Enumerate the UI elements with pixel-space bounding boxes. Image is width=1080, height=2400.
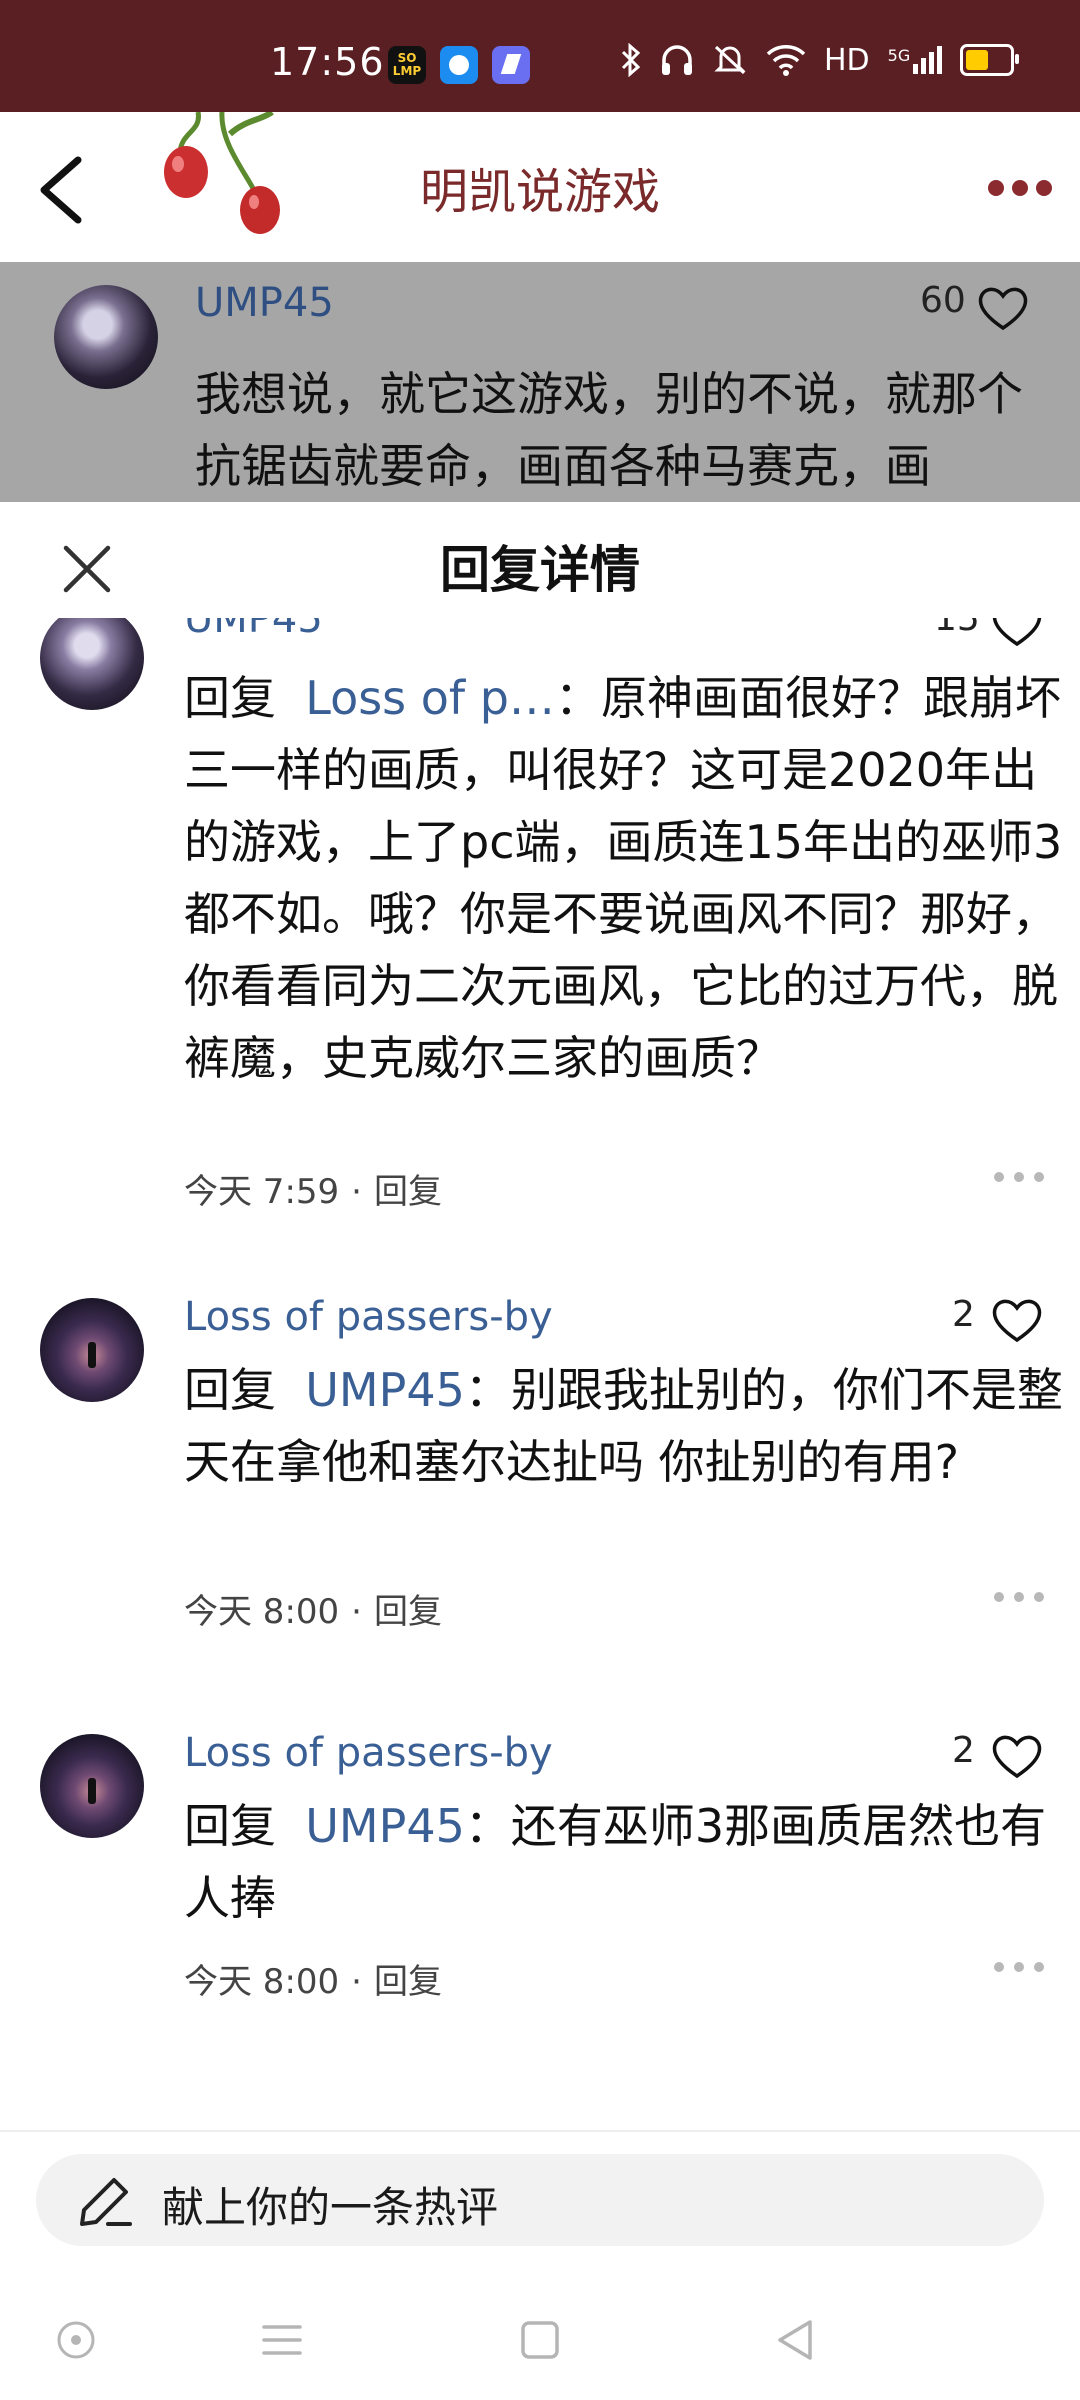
- background-comment-like-count: 60: [920, 280, 966, 321]
- reply-text: 回复 UMP45：别跟我扯别的，你们不是整天在拿他和塞尔达扯吗 你扯别的有用?: [184, 1354, 1064, 1498]
- mention-link[interactable]: UMP45: [305, 1799, 465, 1853]
- separator: ：: [554, 671, 601, 725]
- list-item: UMP45 15 回复 Loss of p…：原神画面很好？跟崩坏三一样的画质，…: [0, 618, 1080, 1212]
- heart-icon[interactable]: [976, 284, 1030, 334]
- mention-link[interactable]: UMP45: [305, 1363, 465, 1417]
- heart-icon[interactable]: [990, 1732, 1044, 1782]
- reply-content: 原神画面很好？跟崩坏三一样的画质，叫很好？这可是2020年出的游戏，上了pc端，…: [184, 671, 1063, 1085]
- sheet-title: 回复详情: [440, 541, 640, 599]
- back-icon[interactable]: [766, 2310, 826, 2370]
- menu-icon[interactable]: [252, 2310, 312, 2370]
- reply-meta: 今天 8:00 · 回复: [184, 1962, 442, 2002]
- signal-icon: 5G: [888, 46, 943, 74]
- reply-meta: 今天 8:00 · 回复: [184, 1592, 442, 1632]
- notification-browser-icon: [440, 46, 478, 84]
- avatar[interactable]: [40, 1298, 144, 1402]
- separator: ：: [464, 1363, 511, 1417]
- battery-icon: [960, 44, 1020, 76]
- reply-list[interactable]: UMP45 15 回复 Loss of p…：原神画面很好？跟崩坏三一样的画质，…: [0, 618, 1080, 2124]
- reply-action[interactable]: 回复: [374, 1172, 442, 1212]
- assistant-icon[interactable]: [46, 2310, 106, 2370]
- reply-username[interactable]: Loss of passers-by: [184, 1730, 553, 1776]
- timestamp: 今天 7:59: [184, 1172, 340, 1212]
- background-comment-username: UMP45: [195, 280, 334, 326]
- reply-text: 回复 UMP45：还有巫师3那画质居然也有人捧: [184, 1790, 1064, 1934]
- more-options-button[interactable]: [992, 1168, 1048, 1188]
- signal-label: 5G: [887, 46, 911, 65]
- status-icons: HD 5G: [620, 40, 1020, 80]
- separator: ：: [464, 1799, 511, 1853]
- more-options-button[interactable]: [992, 1958, 1048, 1978]
- like-count: 15: [934, 618, 980, 639]
- reply-text: 回复 Loss of p…：原神画面很好？跟崩坏三一样的画质，叫很好？这可是20…: [184, 662, 1064, 1094]
- heart-icon[interactable]: [990, 618, 1044, 650]
- timestamp: 今天 8:00: [184, 1592, 340, 1632]
- notification-shortcut-icon: [492, 46, 530, 84]
- bluetooth-icon: [621, 43, 641, 77]
- heart-icon[interactable]: [990, 1296, 1044, 1346]
- home-icon[interactable]: [510, 2310, 570, 2370]
- mention-link[interactable]: Loss of p…: [305, 671, 555, 725]
- reply-label: 回复: [184, 671, 276, 725]
- wifi-icon: [766, 45, 806, 76]
- notification-app-label: SO LMP: [392, 51, 422, 78]
- like-count: 2: [952, 1294, 975, 1335]
- list-item: Loss of passers-by 2 回复 UMP45：还有巫师3那画质居然…: [0, 1730, 1080, 2074]
- more-button[interactable]: [980, 172, 1060, 202]
- reply-username[interactable]: UMP45: [184, 618, 323, 642]
- reply-username[interactable]: Loss of passers-by: [184, 1294, 553, 1340]
- headphones-icon: [662, 45, 692, 75]
- more-icon: [988, 180, 1004, 196]
- network-label: HD: [824, 42, 870, 78]
- avatar[interactable]: [40, 618, 144, 710]
- background-comment-text: 我想说，就它这游戏，别的不说，就那个抗锯齿就要命，画面各种马赛克，画: [195, 367, 1023, 493]
- page-title: 明凯说游戏: [419, 164, 660, 220]
- reply-label: 回复: [184, 1363, 276, 1417]
- avatar[interactable]: [40, 1734, 144, 1838]
- timestamp: 今天 8:00: [184, 1962, 340, 2002]
- reply-action[interactable]: 回复: [374, 1962, 442, 2002]
- list-item: Loss of passers-by 2 回复 UMP45：别跟我扯别的，你们不…: [0, 1294, 1080, 1698]
- pen-icon: [80, 2178, 132, 2226]
- notification-app-icon: SO LMP: [388, 46, 426, 84]
- comment-placeholder[interactable]: 献上你的一条热评: [162, 2174, 498, 2235]
- reply-label: 回复: [184, 1799, 276, 1853]
- divider: [0, 2130, 1080, 2132]
- mute-icon: [714, 45, 746, 75]
- status-time: 17:56: [270, 40, 385, 84]
- avatar: [54, 285, 158, 389]
- reply-action[interactable]: 回复: [374, 1592, 442, 1632]
- reply-meta: 今天 7:59 · 回复: [184, 1172, 442, 1212]
- like-count: 2: [952, 1730, 975, 1771]
- more-options-button[interactable]: [992, 1588, 1048, 1608]
